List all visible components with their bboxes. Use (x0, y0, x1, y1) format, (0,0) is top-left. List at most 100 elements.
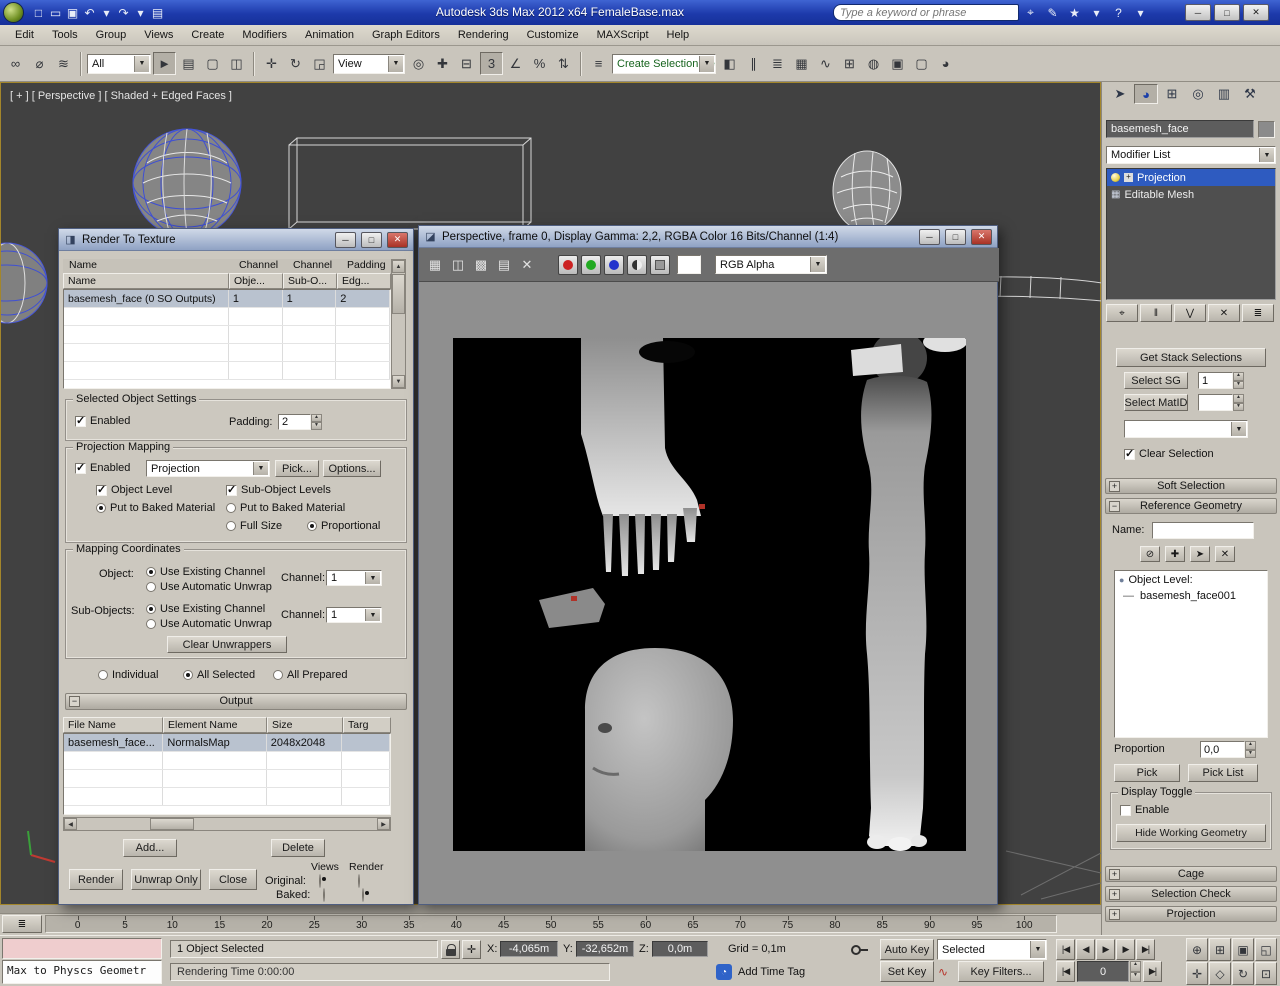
tab-motion[interactable]: ◎ (1186, 84, 1210, 104)
radio-icon[interactable] (96, 503, 106, 513)
enable-channels-icon[interactable]: ▩ (471, 255, 491, 275)
hide-working-geometry-button[interactable]: Hide Working Geometry (1116, 824, 1266, 842)
3dsmax-logo-icon[interactable] (3, 2, 24, 23)
table-row[interactable] (64, 752, 390, 770)
subobject-use-existing-radio[interactable]: Use Existing Channel (146, 603, 265, 615)
undo-dropdown-icon[interactable]: ▾ (98, 3, 115, 22)
orbit-icon[interactable]: ↻ (1232, 962, 1254, 985)
checkbox-icon[interactable] (1124, 447, 1135, 460)
pin-stack-icon[interactable]: ⌖ (1106, 304, 1138, 322)
delete-output-button[interactable]: Delete (271, 839, 325, 857)
rollout-selection-check[interactable]: Selection Check (1105, 886, 1277, 902)
go-to-start-icon[interactable]: |◀ (1056, 939, 1075, 960)
pm-enabled-checkbox[interactable]: Enabled (75, 461, 130, 474)
radio-icon[interactable] (226, 521, 236, 531)
objects-header-row2[interactable]: Name Obje... Sub-O... Edg... (63, 273, 391, 289)
menu-item[interactable]: Animation (296, 25, 363, 45)
material-editor-icon[interactable]: ◍ (862, 52, 885, 75)
get-stack-selections-button[interactable]: Get Stack Selections (1116, 348, 1266, 367)
minimize-button[interactable]: ─ (1185, 4, 1211, 21)
select-sg-spinner[interactable]: 1 (1198, 372, 1244, 389)
communication-center-icon[interactable]: ✎ (1044, 3, 1061, 22)
modifier-list-dropdown[interactable]: Modifier List (1106, 146, 1276, 164)
zoom-region-icon[interactable]: ◱ (1255, 938, 1277, 961)
time-tick[interactable]: 70 (717, 916, 764, 931)
all-selected-radio[interactable]: All Selected (183, 669, 255, 681)
save-image-icon[interactable]: ▦ (425, 255, 445, 275)
spinner-up-icon[interactable] (1245, 741, 1256, 750)
expand-icon[interactable]: + (1124, 173, 1133, 182)
render-button[interactable]: Render (69, 869, 123, 890)
current-frame-field[interactable]: 0 (1077, 961, 1129, 982)
make-unique-icon[interactable]: ⋁ (1174, 304, 1206, 322)
list-item[interactable]: — basemesh_face001 (1119, 590, 1263, 602)
pick-reference-icon[interactable]: ➤ (1190, 546, 1210, 562)
select-and-manipulate-icon[interactable]: ✚ (431, 52, 454, 75)
radio-icon[interactable] (146, 582, 156, 592)
close-button[interactable]: ✕ (971, 228, 992, 245)
projection-modifier-dropdown[interactable]: Projection (146, 460, 270, 477)
selection-lock-button[interactable] (441, 940, 460, 959)
object-use-existing-radio[interactable]: Use Existing Channel (146, 566, 265, 578)
x-coordinate-field[interactable]: -4,065m (500, 941, 558, 957)
viewport-label[interactable]: [ + ] [ Perspective ] [ Shaded + Edged F… (10, 90, 232, 102)
time-tick[interactable]: 15 (196, 916, 243, 931)
time-tick[interactable]: 85 (859, 916, 906, 931)
chevron-down-icon[interactable] (253, 462, 268, 475)
time-ruler[interactable]: 0 5 10 15 20 25 30 35 40 45 50 55 60 65 70 75 80 85 90 95 10… (45, 915, 1057, 933)
help-icon[interactable]: ? (1110, 3, 1127, 22)
baked-views-radio[interactable] (323, 888, 325, 902)
enable-checkbox[interactable]: Enable (1120, 804, 1169, 816)
trackbar[interactable] (0, 905, 1101, 914)
reference-geometry-list[interactable]: ● Object Level: — basemesh_face001 (1114, 570, 1268, 738)
maxscript-listener-field[interactable]: Max to Physcs Geometr (2, 960, 162, 984)
sub-object-levels-checkbox[interactable]: Sub-Object Levels (226, 483, 331, 496)
print-image-icon[interactable]: ▤ (494, 255, 514, 275)
select-and-move-icon[interactable]: ✛ (260, 52, 283, 75)
rectangular-selection-icon[interactable]: ▢ (201, 52, 224, 75)
object-color-swatch[interactable] (1258, 121, 1275, 138)
red-channel-icon[interactable] (558, 255, 578, 275)
objects-to-bake-table[interactable]: basemesh_face (0 SO Outputs) 1 1 2 (63, 289, 391, 389)
new-file-icon[interactable]: □ (30, 3, 47, 22)
unlink-selection-icon[interactable]: ⌀ (28, 52, 51, 75)
rollout-cage[interactable]: Cage (1105, 866, 1277, 882)
rfw-titlebar[interactable]: ◪ Perspective, frame 0, Display Gamma: 2… (419, 226, 997, 248)
next-key-icon[interactable]: ▶| (1143, 961, 1162, 982)
alpha-channel-icon[interactable] (650, 255, 670, 275)
clone-rendered-frame-icon[interactable]: ◫ (448, 255, 468, 275)
remove-modifier-icon[interactable]: ✕ (1208, 304, 1240, 322)
spinner-down-icon[interactable] (1233, 380, 1244, 389)
chevron-down-icon[interactable] (810, 257, 825, 272)
align-icon[interactable]: ∥ (742, 52, 765, 75)
individual-radio[interactable]: Individual (98, 669, 158, 681)
modifier-stack-item-projection[interactable]: + Projection (1107, 169, 1275, 186)
minimize-button[interactable]: ─ (919, 228, 940, 245)
smoothing-group-dropdown[interactable] (1124, 420, 1248, 438)
time-tick[interactable]: 45 (480, 916, 527, 931)
table-row[interactable] (64, 344, 390, 362)
checkbox-icon[interactable] (226, 483, 237, 496)
schematic-view-icon[interactable]: ⊞ (838, 52, 861, 75)
maximize-button[interactable]: □ (1214, 4, 1240, 21)
modifier-enabled-icon[interactable] (1111, 173, 1120, 182)
time-tick[interactable]: 20 (243, 916, 290, 931)
list-item[interactable]: ● Object Level: (1119, 574, 1263, 586)
rollout-reference-geometry[interactable]: Reference Geometry (1105, 498, 1277, 514)
select-sg-button[interactable]: Select SG (1124, 372, 1188, 389)
projection-options-button[interactable]: Options... (323, 460, 381, 477)
time-tick[interactable]: 50 (527, 916, 574, 931)
spinner-up-icon[interactable] (1233, 394, 1244, 403)
save-file-icon[interactable]: ▣ (64, 3, 81, 22)
absolute-mode-button[interactable]: ✛ (462, 940, 481, 959)
angle-snap-icon[interactable]: ∠ (504, 52, 527, 75)
keyboard-override-icon[interactable]: ⊟ (455, 52, 478, 75)
chevron-down-icon[interactable] (1030, 941, 1045, 958)
baked-render-radio[interactable] (362, 888, 364, 902)
menu-item[interactable]: Edit (6, 25, 43, 45)
full-size-radio[interactable]: Full Size (226, 520, 282, 532)
expand-icon[interactable] (1109, 481, 1120, 492)
tab-display[interactable]: ▥ (1212, 84, 1236, 104)
green-channel-icon[interactable] (581, 255, 601, 275)
checkbox-icon[interactable] (75, 414, 86, 427)
